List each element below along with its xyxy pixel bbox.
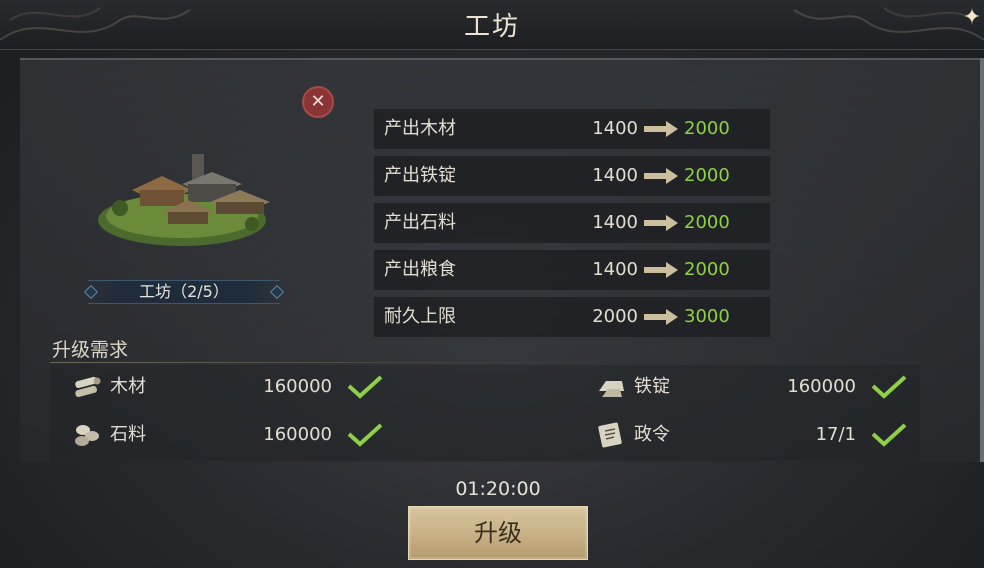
top-bar: 工坊 ✦ xyxy=(0,0,984,50)
stat-old-value: 1400 xyxy=(592,165,638,186)
building-name-level: 工坊（2/5） xyxy=(139,282,229,301)
arrow-right-icon xyxy=(644,168,678,184)
stat-new-value: 3000 xyxy=(684,306,730,327)
stat-row-durability: 耐久上限 2000 3000 xyxy=(374,297,770,337)
iron-ingot-icon xyxy=(599,381,624,397)
requirements-divider xyxy=(50,362,610,363)
stat-old-value: 1400 xyxy=(592,212,638,233)
arrow-right-icon xyxy=(644,262,678,278)
stat-old-value: 2000 xyxy=(592,306,638,327)
requirement-amount: 160000 xyxy=(263,376,332,397)
requirement-amount: 160000 xyxy=(263,424,332,445)
upgrade-button[interactable]: 升级 xyxy=(408,506,588,560)
building-name-plate: 工坊（2/5） xyxy=(83,280,285,304)
stat-row-iron: 产出铁锭 1400 2000 xyxy=(374,156,770,196)
decree-icon xyxy=(598,422,622,448)
panel-edge xyxy=(980,58,984,462)
arrow-right-icon xyxy=(644,121,678,137)
stat-label: 产出粮食 xyxy=(384,259,456,280)
stat-label: 产出木材 xyxy=(384,118,456,139)
stat-row-food: 产出粮食 1400 2000 xyxy=(374,250,770,290)
stat-row-stone: 产出石料 1400 2000 xyxy=(374,203,770,243)
requirement-amount: 17/1 xyxy=(815,424,856,445)
requirement-name: 政令 xyxy=(634,424,670,445)
requirement-name: 铁锭 xyxy=(634,376,670,397)
stat-new-value: 2000 xyxy=(684,165,730,186)
building-image xyxy=(98,154,270,246)
stat-old-value: 1400 xyxy=(592,118,638,139)
checkmark-icon xyxy=(871,423,907,447)
stat-new-value: 2000 xyxy=(684,212,730,233)
stat-label: 耐久上限 xyxy=(384,306,456,327)
stat-old-value: 1400 xyxy=(592,259,638,280)
close-icon[interactable]: ✦ xyxy=(960,0,984,40)
checkmark-icon xyxy=(347,375,383,399)
checkmark-icon xyxy=(347,423,383,447)
requirement-amount: 160000 xyxy=(787,376,856,397)
stone-icon xyxy=(75,425,99,446)
requirement-decree: 政令 17/1 xyxy=(596,415,916,455)
requirement-name: 石料 xyxy=(110,424,146,445)
stat-new-value: 2000 xyxy=(684,259,730,280)
close-button[interactable]: ✕ xyxy=(302,86,334,118)
arrow-right-icon xyxy=(644,215,678,231)
stat-row-wood: 产出木材 1400 2000 xyxy=(374,109,770,149)
checkmark-icon xyxy=(871,375,907,399)
upgrade-timer: 01:20:00 xyxy=(455,478,541,500)
arrow-right-icon xyxy=(644,309,678,325)
stat-label: 产出铁锭 xyxy=(384,165,456,186)
wood-icon xyxy=(75,376,101,398)
requirement-wood: 木材 160000 xyxy=(72,367,392,407)
stat-new-value: 2000 xyxy=(684,118,730,139)
stat-label: 产出石料 xyxy=(384,212,456,233)
requirement-stone: 石料 160000 xyxy=(72,415,392,455)
requirement-iron: 铁锭 160000 xyxy=(596,367,916,407)
page-title: 工坊 xyxy=(463,12,520,42)
requirements-title: 升级需求 xyxy=(52,339,129,361)
requirement-name: 木材 xyxy=(110,376,146,397)
